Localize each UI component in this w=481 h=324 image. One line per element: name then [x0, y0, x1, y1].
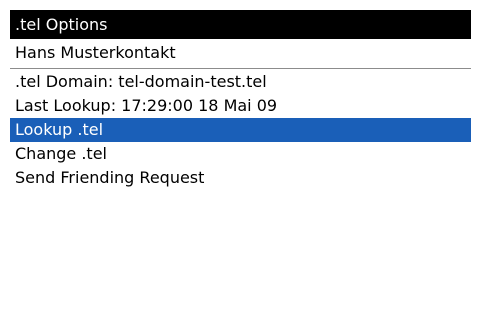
menu-item-change-tel[interactable]: Change .tel: [10, 142, 471, 166]
last-lookup-info: Last Lookup: 17:29:00 18 Mai 09: [15, 96, 278, 115]
tel-domain-info: .tel Domain: tel-domain-test.tel: [15, 72, 267, 91]
menu-item-lookup-tel[interactable]: Lookup .tel: [10, 118, 471, 142]
screen-title: .tel Options: [10, 10, 471, 39]
options-menu: Lookup .tel Change .tel Send Friending R…: [10, 118, 471, 190]
contact-name: Hans Musterkontakt: [15, 43, 176, 62]
header-divider: [10, 68, 471, 69]
tel-options-screen: .tel Options Hans Musterkontakt .tel Dom…: [0, 0, 481, 324]
screen-content: .tel Options Hans Musterkontakt .tel Dom…: [10, 10, 471, 190]
menu-item-send-friending-request[interactable]: Send Friending Request: [10, 166, 471, 190]
